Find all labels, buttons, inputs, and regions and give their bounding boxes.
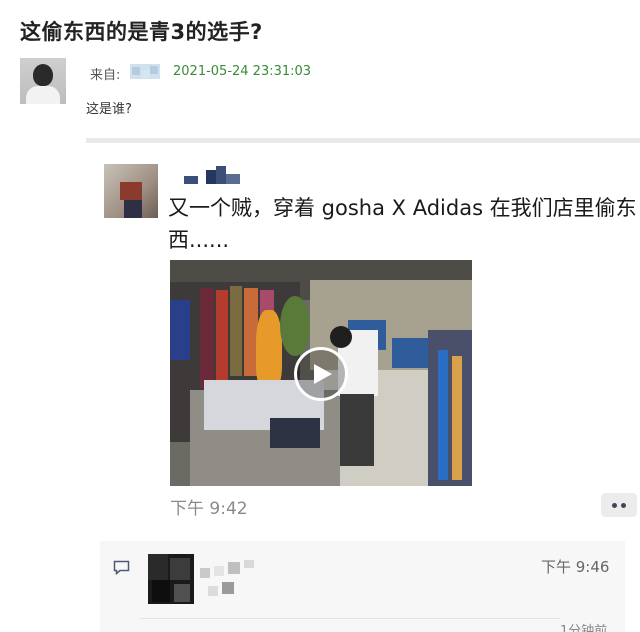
comment-partial-text: 1分钟前 [560, 624, 608, 632]
comment-time: 下午 9:46 [541, 558, 610, 576]
source-blurred [130, 64, 160, 79]
from-label: 来自: [90, 68, 121, 83]
message-time: 下午 9:42 [170, 499, 248, 519]
comment-nickname-blurred [200, 560, 266, 600]
play-icon [314, 364, 332, 384]
comment-bubble-icon[interactable] [113, 560, 130, 576]
more-button[interactable] [601, 493, 637, 517]
post-body: 这是谁? [86, 102, 132, 117]
chat-avatar [104, 164, 158, 218]
post-timestamp: 2021-05-24 23:31:03 [173, 64, 312, 79]
post-title: 这偷东西的是青3的选手? [20, 20, 263, 44]
chat-nickname-blurred [184, 166, 248, 186]
comment-avatar-blurred [148, 554, 194, 604]
play-button[interactable] [294, 347, 348, 401]
chat-message: 又一个贼，穿着 gosha X Adidas 在我们店里偷东西...... [168, 196, 637, 252]
divider [86, 138, 640, 143]
comment-divider [140, 618, 560, 619]
author-avatar[interactable] [20, 58, 66, 104]
more-dots-icon [612, 502, 617, 508]
